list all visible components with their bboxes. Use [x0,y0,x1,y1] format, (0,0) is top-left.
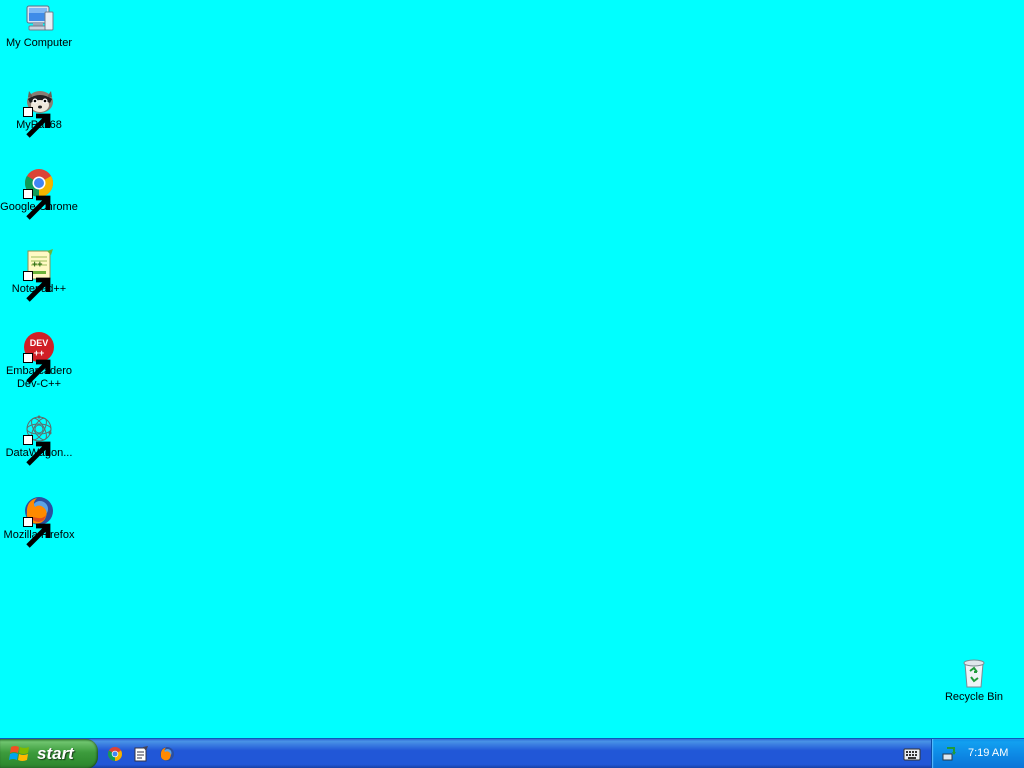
shortcut-arrow-icon [23,517,51,548]
desktop-icon-label: Recycle Bin [944,691,1004,703]
windows-logo-icon [9,746,29,761]
desktop: My Computer MyPal 68 Google Chrome ++ No… [0,0,1024,738]
system-tray: 7:19 AM [931,739,1024,768]
desktop-icon-mozilla-firefox[interactable]: Mozilla Firefox [0,495,78,548]
chrome-icon [23,167,55,220]
notepad-icon [134,746,148,762]
start-button[interactable]: start [0,739,98,768]
shortcut-arrow-icon [23,271,51,302]
firefox-icon [160,747,174,761]
desktop-icon-notepad-plus-plus[interactable]: ++ Notepad++ [0,249,78,302]
desktop-icon-google-chrome[interactable]: Google Chrome [0,167,78,220]
datawagon-icon [23,413,55,466]
raccoon-icon [23,85,55,138]
shortcut-arrow-icon [23,435,51,466]
recycle-bin-icon [958,657,990,689]
desktop-icon-label: My Computer [5,37,73,49]
desktop-icon-mypal[interactable]: MyPal 68 [0,85,78,138]
taskbar: start 7:19 AM [0,738,1024,768]
desktop-icon-my-computer[interactable]: My Computer [0,3,78,50]
quick-launch [104,743,178,765]
notepad-plus-plus-icon: ++ [23,249,55,302]
desktop-icon-datawagon[interactable]: DataWagon... [0,413,78,466]
firefox-icon [23,495,55,548]
desktop-icon-recycle-bin[interactable]: Recycle Bin [935,657,1013,704]
shortcut-arrow-icon [23,107,51,138]
chrome-icon [108,747,122,761]
my-computer-icon [23,3,55,35]
dev-cpp-icon: DEV ++ [23,331,55,384]
shortcut-arrow-icon [23,353,51,384]
clock[interactable]: 7:19 AM [968,747,1008,759]
network-icon[interactable] [942,746,958,762]
shortcut-arrow-icon [23,189,51,220]
quick-launch-firefox[interactable] [156,743,178,765]
svg-text:DEV: DEV [30,338,49,348]
start-label: start [37,744,74,763]
keyboard-icon[interactable] [903,746,921,762]
quick-launch-chrome[interactable] [104,743,126,765]
svg-text:++: ++ [32,259,43,269]
desktop-icon-dev-cpp[interactable]: DEV ++ Embarcadero Dev-C++ [0,331,78,391]
quick-launch-notepad[interactable] [130,743,152,765]
